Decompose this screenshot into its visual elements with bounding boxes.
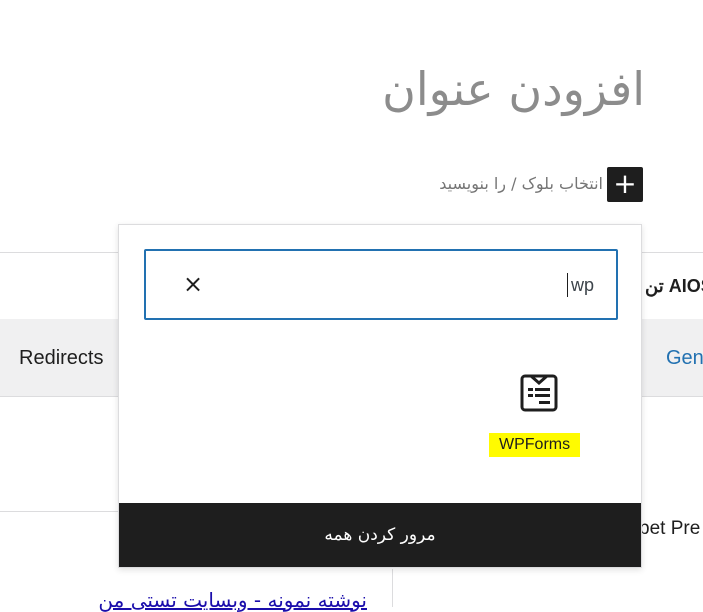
block-search-input[interactable]: wp ×	[144, 249, 618, 320]
block-appender-placeholder[interactable]: انتخاب بلوک / را بنویسید	[439, 174, 603, 193]
block-inserter-popover: wp × WPForms مرور کردن همه	[118, 224, 642, 568]
block-result-wpforms[interactable]: WPForms	[481, 365, 597, 465]
add-block-button[interactable]: +	[607, 167, 643, 202]
snippet-preview-label: pet Pre	[639, 518, 701, 539]
snippet-preview-title: نوشته نمونه - وبسایت تستی من	[98, 588, 367, 612]
browse-all-button[interactable]: مرور کردن همه	[119, 503, 641, 567]
metabox-divider	[392, 569, 393, 607]
close-icon[interactable]: ×	[182, 271, 204, 297]
aioseo-metabox-title: AIOS تن	[645, 276, 703, 296]
tab-redirects[interactable]: Redirects	[19, 347, 103, 370]
tab-general[interactable]: Gen	[666, 347, 703, 370]
post-title-input[interactable]: افزودن عنوان	[382, 62, 645, 116]
block-result-label: WPForms	[489, 433, 581, 457]
search-input-value: wp	[570, 275, 594, 295]
metabox-divider	[0, 511, 118, 512]
wpforms-icon	[520, 374, 558, 412]
text-caret	[567, 273, 568, 297]
